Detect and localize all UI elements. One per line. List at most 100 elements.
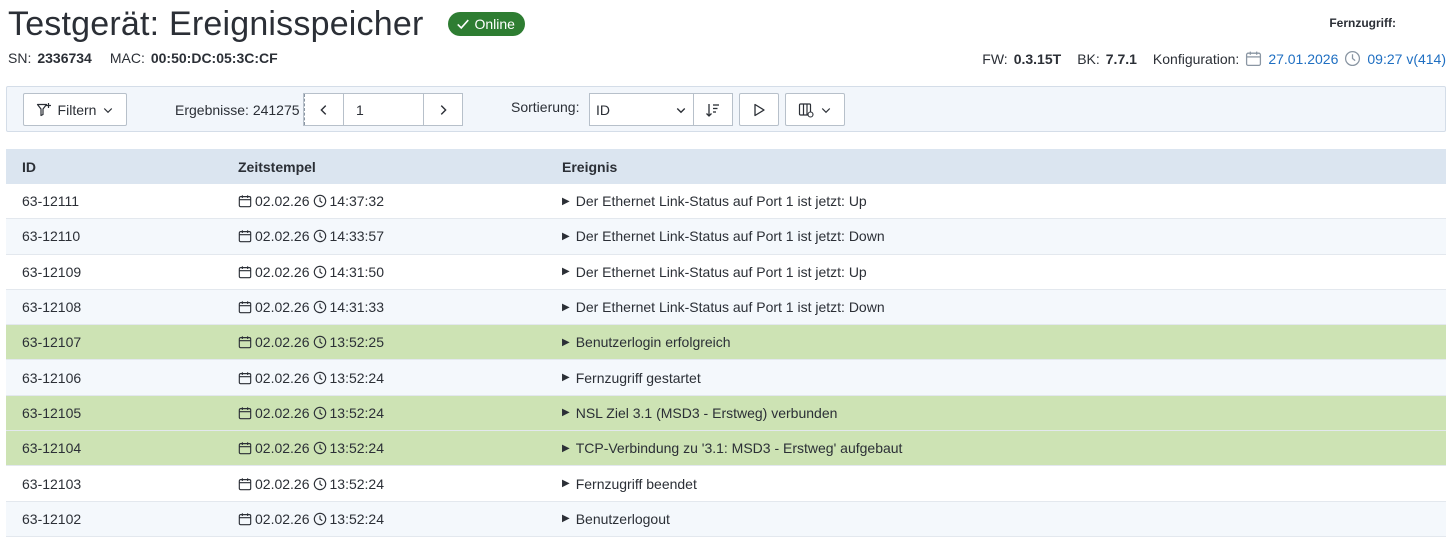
row-time: 14:37:32 bbox=[329, 193, 385, 210]
page-number-input[interactable] bbox=[344, 94, 424, 125]
prev-page-button[interactable] bbox=[304, 94, 344, 125]
calendar-icon bbox=[238, 513, 252, 526]
row-time: 13:52:24 bbox=[329, 475, 385, 492]
expand-arrow-icon[interactable]: ▶ bbox=[562, 372, 570, 383]
row-date: 02.02.26 bbox=[255, 334, 310, 351]
row-event: ▶ Der Ethernet Link-Status auf Port 1 ist… bbox=[562, 228, 1446, 244]
results-count: Ergebnisse: 241275 bbox=[175, 102, 300, 118]
filter-button[interactable]: Filtern bbox=[23, 93, 127, 126]
clock-icon bbox=[313, 265, 326, 278]
table-row[interactable]: 63-12108 02.02.26 14:31:33 ▶ Der Ethernet Li… bbox=[6, 289, 1446, 326]
clock-icon bbox=[313, 477, 326, 490]
expand-arrow-icon[interactable]: ▶ bbox=[562, 513, 570, 524]
table-row[interactable]: 63-12105 02.02.26 13:52:24 ▶ NSL Ziel 3.1 (M… bbox=[6, 395, 1446, 432]
remote-access-label: Fernzugriff: bbox=[1329, 16, 1396, 30]
table-body: 63-12111 02.02.26 14:37:32 ▶ Der Ethernet Li… bbox=[6, 184, 1446, 537]
clock-icon bbox=[313, 406, 326, 420]
calendar-icon bbox=[238, 477, 252, 490]
row-time: 13:52:24 bbox=[329, 369, 385, 386]
row-event-text: Fernzugriff gestartet bbox=[575, 369, 701, 386]
bk-label: BK: bbox=[1077, 50, 1100, 67]
expand-arrow-icon[interactable]: ▶ bbox=[562, 407, 570, 418]
table-row[interactable]: 63-12107 02.02.26 13:52:25 ▶ Benutzerlogin e… bbox=[6, 325, 1446, 361]
calendar-icon bbox=[238, 230, 252, 243]
clock-icon bbox=[313, 230, 326, 243]
row-date: 02.02.26 bbox=[255, 369, 310, 386]
column-header-id[interactable]: ID bbox=[6, 159, 238, 175]
table-row[interactable]: 63-12110 02.02.26 14:33:57 ▶ Der Ethernet Li… bbox=[6, 219, 1446, 255]
play-icon bbox=[754, 103, 765, 116]
calendar-icon bbox=[238, 266, 252, 278]
table-row[interactable]: 63-12104 02.02.26 13:52:24 ▶ TCP-Verbindung … bbox=[6, 431, 1446, 467]
calendar-icon bbox=[238, 371, 252, 384]
title-row: Testgerät: Ereignisspeicher Online bbox=[8, 4, 525, 44]
calendar-icon bbox=[238, 195, 252, 208]
expand-arrow-icon[interactable]: ▶ bbox=[562, 302, 570, 313]
row-id: 63-12107 bbox=[22, 334, 82, 351]
column-header-timestamp[interactable]: Zeitstempel bbox=[238, 159, 562, 175]
row-event: ▶ Der Ethernet Link-Status auf Port 1 ist… bbox=[562, 193, 1446, 209]
row-date: 02.02.26 bbox=[255, 228, 310, 245]
row-timestamp: 02.02.26 14:33:57 bbox=[238, 228, 562, 244]
sort-select[interactable]: ID bbox=[590, 94, 694, 125]
config-date-link[interactable]: 27.01.2026 bbox=[1268, 51, 1338, 67]
expand-arrow-icon[interactable]: ▶ bbox=[562, 478, 570, 489]
columns-button[interactable] bbox=[785, 93, 845, 126]
chevron-right-icon bbox=[440, 104, 447, 115]
row-date: 02.02.26 bbox=[255, 263, 310, 280]
row-date: 02.02.26 bbox=[255, 299, 310, 316]
filter-label: Filtern bbox=[57, 101, 97, 118]
row-timestamp: 02.02.26 14:31:50 bbox=[238, 264, 562, 280]
row-time: 14:33:57 bbox=[329, 228, 385, 245]
chevron-down-icon bbox=[676, 107, 686, 113]
clock-icon bbox=[313, 300, 326, 314]
table-row[interactable]: 63-12106 02.02.26 13:52:24 ▶ Fernzugriff ges… bbox=[6, 360, 1446, 396]
row-event-text: TCP-Verbindung zu '3.1: MSD3 - Erstweg' … bbox=[575, 440, 903, 457]
table-row[interactable]: 63-12103 02.02.26 13:52:24 ▶ Fernzugriff bee… bbox=[6, 466, 1446, 502]
fw-value: 0.3.15T bbox=[1013, 50, 1062, 67]
row-timestamp: 02.02.26 13:52:24 bbox=[238, 476, 562, 492]
clock-icon bbox=[313, 194, 326, 208]
row-date: 02.02.26 bbox=[255, 440, 310, 457]
pagination bbox=[303, 93, 463, 126]
sort-label: Sortierung: bbox=[511, 99, 580, 115]
row-timestamp: 02.02.26 13:52:25 bbox=[238, 334, 562, 350]
expand-arrow-icon[interactable]: ▶ bbox=[562, 337, 570, 348]
run-button[interactable] bbox=[739, 93, 779, 126]
row-time: 13:52:24 bbox=[329, 510, 385, 527]
row-date: 02.02.26 bbox=[255, 475, 310, 492]
row-id: 63-12111 bbox=[22, 193, 80, 210]
columns-settings-icon bbox=[798, 102, 814, 118]
sort-direction-button[interactable] bbox=[694, 94, 732, 125]
row-event-text: Benutzerlogout bbox=[575, 510, 670, 527]
expand-arrow-icon[interactable]: ▶ bbox=[562, 231, 570, 242]
status-badge: Online bbox=[447, 12, 525, 36]
expand-arrow-icon[interactable]: ▶ bbox=[562, 196, 570, 207]
config-label: Konfiguration: bbox=[1152, 50, 1240, 67]
table-row[interactable]: 63-12109 02.02.26 14:31:50 ▶ Der Ethernet Li… bbox=[6, 255, 1446, 290]
table-row[interactable]: 63-12111 02.02.26 14:37:32 ▶ Der Ethernet Li… bbox=[6, 184, 1446, 220]
config-time-link[interactable]: 09:27 v(414) bbox=[1367, 51, 1446, 67]
column-header-event[interactable]: Ereignis bbox=[562, 159, 1446, 175]
row-date: 02.02.26 bbox=[255, 510, 310, 527]
expand-arrow-icon[interactable]: ▶ bbox=[562, 443, 570, 454]
check-icon bbox=[456, 19, 469, 30]
row-time: 13:52:24 bbox=[329, 404, 385, 421]
next-page-button[interactable] bbox=[424, 94, 462, 125]
row-timestamp: 02.02.26 13:52:24 bbox=[238, 511, 562, 527]
clock-icon bbox=[313, 371, 326, 384]
fw-label: FW: bbox=[982, 50, 1008, 67]
row-time: 14:31:50 bbox=[329, 263, 385, 280]
clock-icon bbox=[313, 441, 326, 455]
table-row[interactable]: 63-12102 02.02.26 13:52:24 ▶ Benutzerlogout bbox=[6, 501, 1446, 537]
row-event: ▶ Benutzerlogin erfolgreich bbox=[562, 334, 1446, 350]
sort-descending-icon bbox=[706, 103, 719, 117]
row-time: 13:52:24 bbox=[329, 440, 385, 457]
clock-icon bbox=[313, 336, 326, 349]
expand-arrow-icon[interactable]: ▶ bbox=[562, 266, 570, 277]
clock-icon bbox=[1345, 50, 1361, 67]
calendar-icon bbox=[238, 442, 252, 455]
row-event: ▶ Der Ethernet Link-Status auf Port 1 ist… bbox=[562, 264, 1446, 280]
row-id: 63-12106 bbox=[22, 369, 82, 386]
page-title: Testgerät: Ereignisspeicher bbox=[8, 4, 424, 43]
